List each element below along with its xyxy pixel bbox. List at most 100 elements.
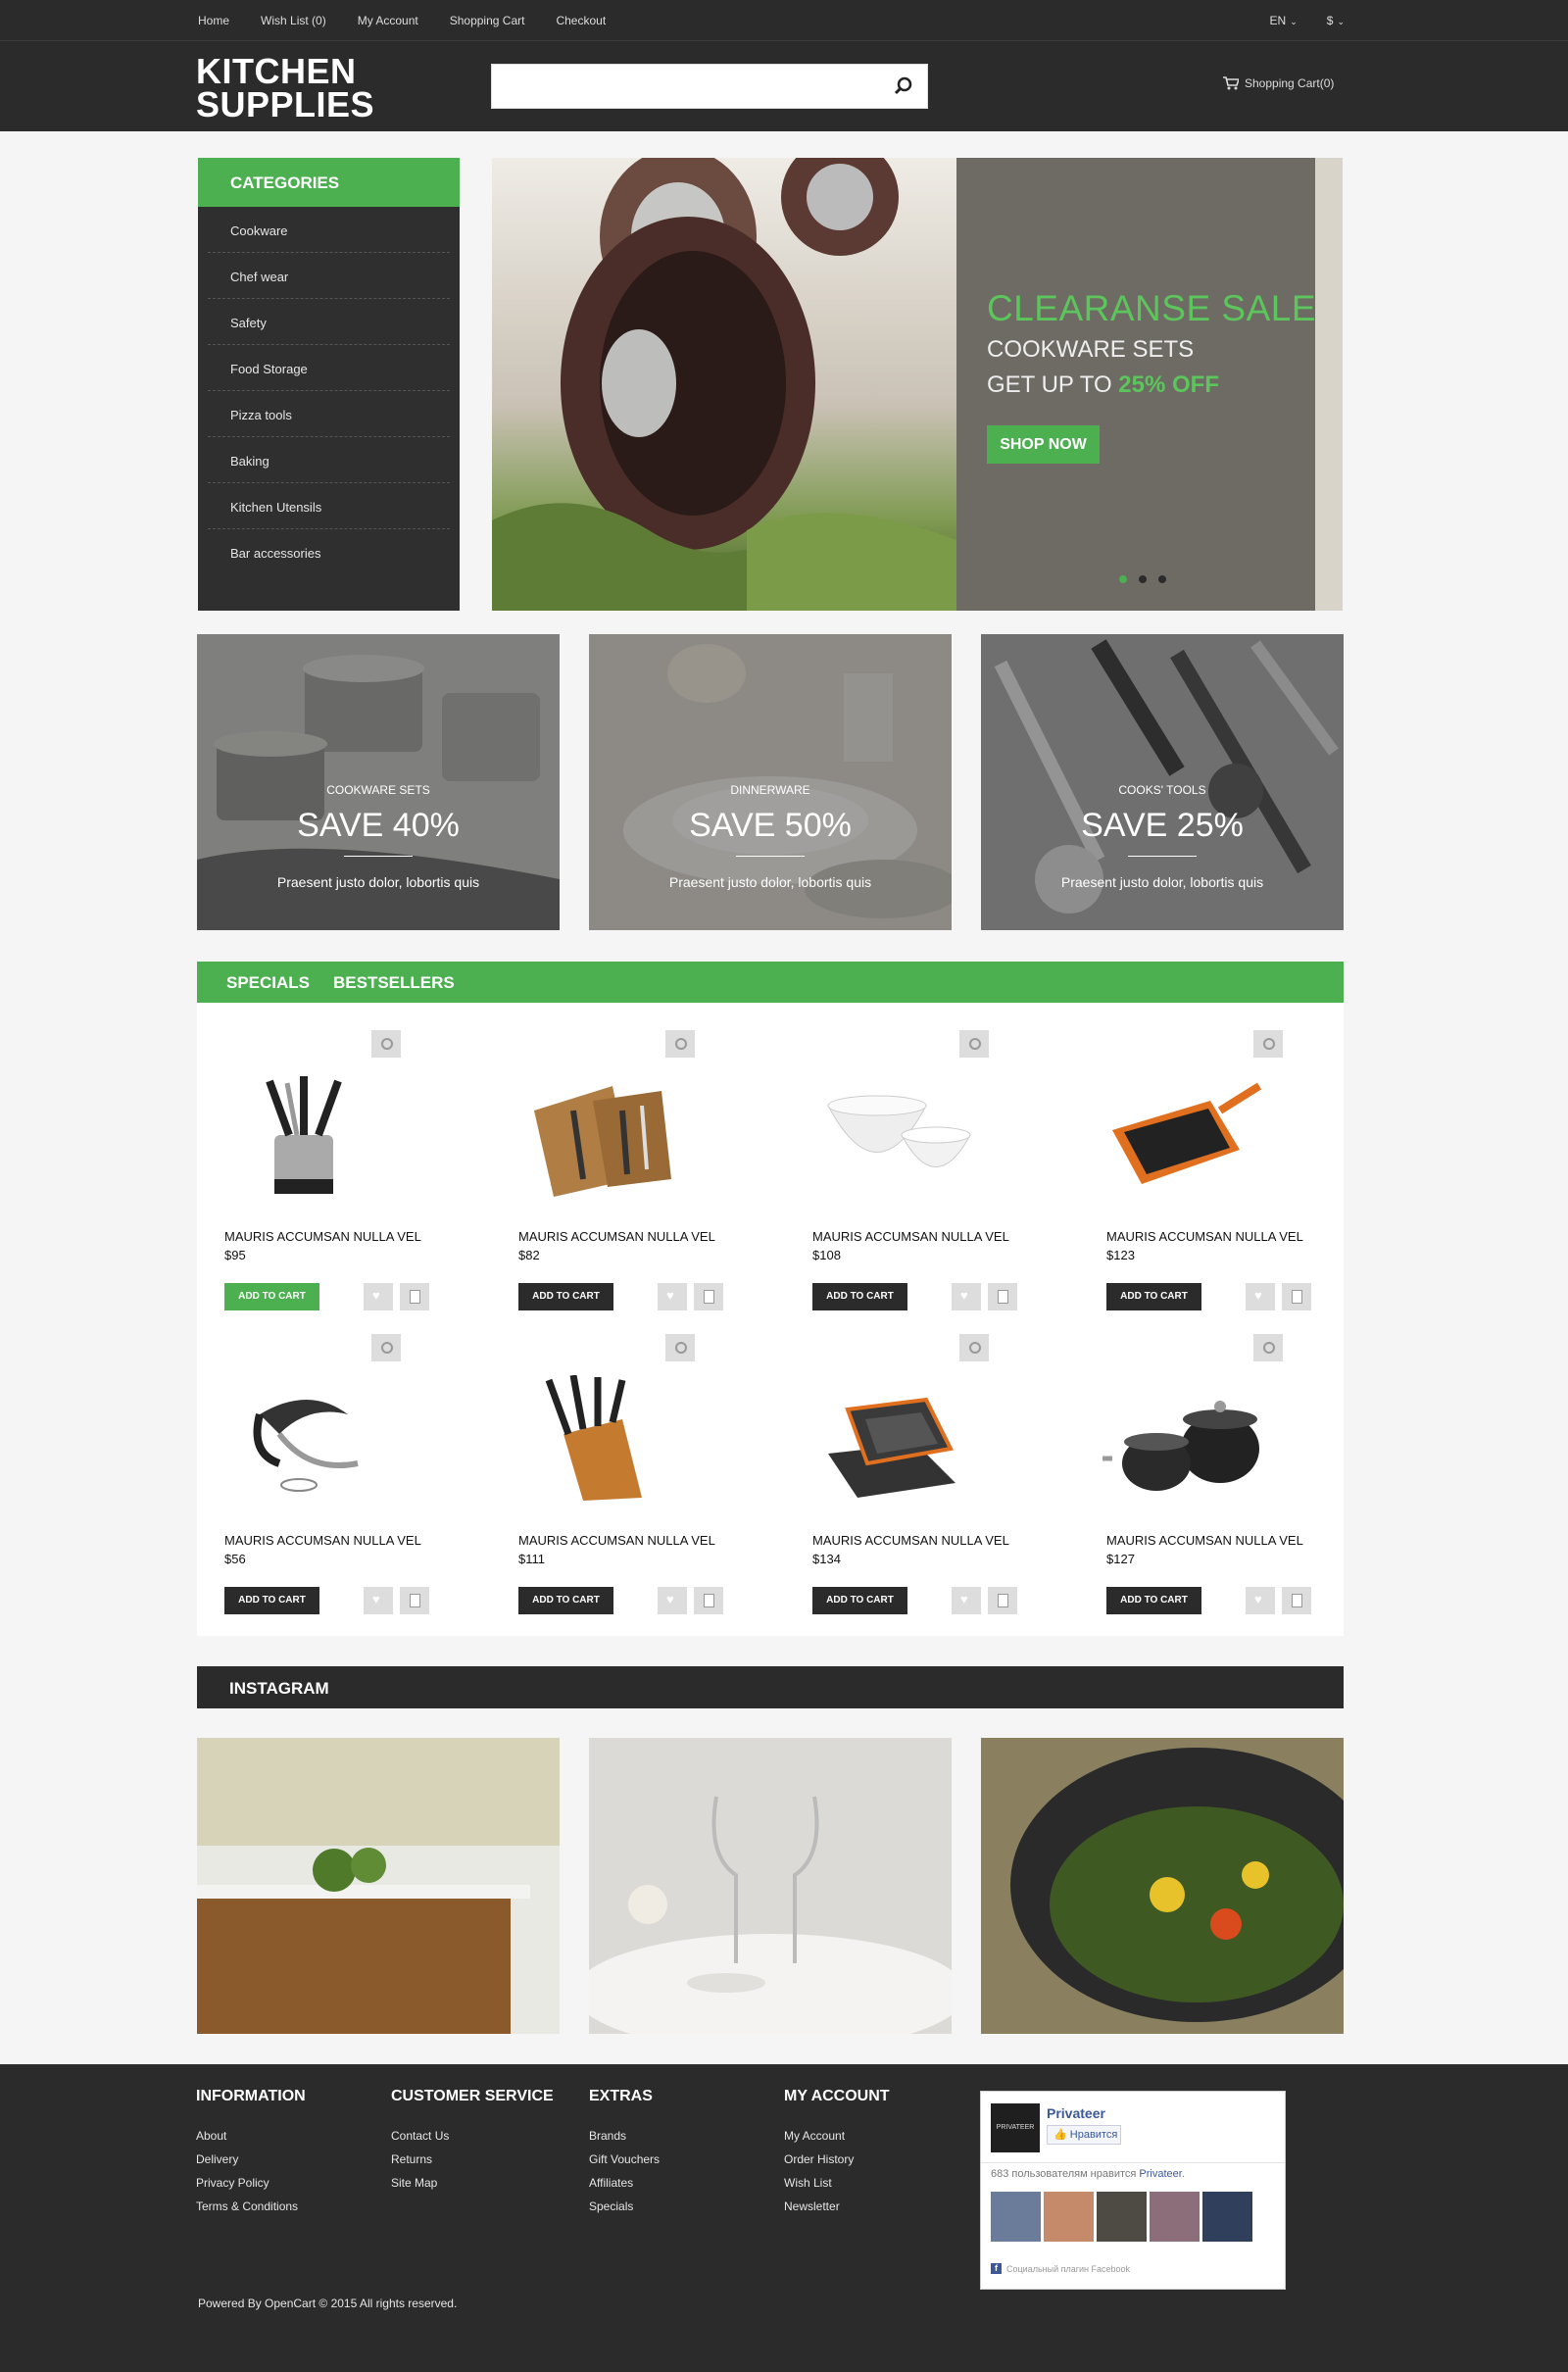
wishlist-icon[interactable] <box>952 1587 981 1614</box>
footer-link[interactable]: Specials <box>589 2199 660 2223</box>
product-name[interactable]: MAURIS ACCUMSAN NULLA VEL <box>812 1229 1009 1244</box>
nav-account-link[interactable]: My Account <box>358 14 418 27</box>
zoom-icon[interactable] <box>371 1030 401 1058</box>
nav-cart-link[interactable]: Shopping Cart <box>450 14 525 27</box>
slider-dot[interactable] <box>1139 575 1147 583</box>
instagram-photo[interactable] <box>981 1738 1344 2034</box>
facebook-page-name[interactable]: Privateer <box>1047 2105 1105 2121</box>
search-input[interactable] <box>492 65 864 106</box>
footer-link[interactable]: Brands <box>589 2129 660 2152</box>
add-to-cart-button[interactable]: ADD TO CART <box>224 1587 319 1614</box>
slider-dots <box>1119 575 1166 583</box>
category-item[interactable]: Kitchen Utensils <box>208 483 450 529</box>
cutlery-tray-icon[interactable] <box>514 1071 681 1199</box>
footer-link[interactable]: My Account <box>784 2129 890 2152</box>
slider-dot[interactable] <box>1119 575 1127 583</box>
facebook-likes-page-link[interactable]: Privateer <box>1139 2168 1181 2180</box>
category-item[interactable]: Pizza tools <box>208 391 450 437</box>
category-item[interactable]: Cookware <box>208 207 450 253</box>
mixing-bowls-icon[interactable] <box>808 1071 975 1199</box>
product-name[interactable]: MAURIS ACCUMSAN NULLA VEL <box>518 1533 715 1548</box>
add-to-cart-button[interactable]: ADD TO CART <box>518 1587 613 1614</box>
footer-link[interactable]: Newsletter <box>784 2199 890 2223</box>
category-item[interactable]: Chef wear <box>208 253 450 299</box>
language-dropdown[interactable]: EN ⌄ <box>1270 14 1298 27</box>
tab-specials[interactable]: SPECIALS <box>226 973 310 993</box>
category-item[interactable]: Baking <box>208 437 450 483</box>
bakeware-set-icon[interactable] <box>808 1375 975 1503</box>
footer-link[interactable]: Returns <box>391 2152 554 2176</box>
slider-dot[interactable] <box>1158 575 1166 583</box>
footer-link[interactable]: Gift Vouchers <box>589 2152 660 2176</box>
chevron-down-icon: ⌄ <box>1337 17 1345 26</box>
fan-avatar[interactable] <box>1202 2192 1252 2242</box>
logo[interactable]: KITCHEN SUPPLIES <box>196 54 374 123</box>
zoom-icon[interactable] <box>959 1030 989 1058</box>
corkscrew-icon[interactable] <box>220 1375 387 1503</box>
add-to-cart-button[interactable]: ADD TO CART <box>1106 1587 1201 1614</box>
footer-link[interactable]: Order History <box>784 2152 890 2176</box>
product-name[interactable]: MAURIS ACCUMSAN NULLA VEL <box>812 1533 1009 1548</box>
zoom-icon[interactable] <box>665 1030 695 1058</box>
nav-checkout-link[interactable]: Checkout <box>556 14 606 27</box>
footer-link[interactable]: Affiliates <box>589 2176 660 2199</box>
footer-link[interactable]: About <box>196 2129 306 2152</box>
footer-link[interactable]: Terms & Conditions <box>196 2199 306 2223</box>
facebook-plugin-text[interactable]: Социальный плагин Facebook <box>1006 2264 1130 2274</box>
compare-icon[interactable] <box>694 1587 723 1614</box>
tab-bestsellers[interactable]: BESTSELLERS <box>333 973 455 993</box>
nav-home-link[interactable]: Home <box>198 14 229 27</box>
facebook-like-button[interactable]: 👍 Нравится <box>1047 2125 1121 2145</box>
wishlist-icon[interactable] <box>364 1587 393 1614</box>
product-name[interactable]: MAURIS ACCUMSAN NULLA VEL <box>224 1229 421 1244</box>
category-item[interactable]: Food Storage <box>208 345 450 391</box>
grill-pan-icon[interactable] <box>1102 1071 1269 1199</box>
wishlist-icon[interactable] <box>1246 1587 1275 1614</box>
zoom-icon[interactable] <box>1253 1334 1283 1361</box>
facebook-page-logo[interactable]: PRIVATEER <box>991 2103 1040 2152</box>
fan-avatar[interactable] <box>991 2192 1041 2242</box>
zoom-icon[interactable] <box>959 1334 989 1361</box>
compare-icon[interactable] <box>1282 1587 1311 1614</box>
zoom-icon[interactable] <box>1253 1030 1283 1058</box>
footer-link[interactable]: Site Map <box>391 2176 554 2199</box>
utensil-holder-icon[interactable] <box>220 1071 387 1199</box>
pot-set-icon[interactable] <box>1102 1375 1269 1503</box>
fan-avatar[interactable] <box>1150 2192 1200 2242</box>
nav-wishlist-link[interactable]: Wish List (0) <box>261 14 326 27</box>
banner-description: Praesent justo dolor, lobortis quis <box>276 874 480 890</box>
compare-icon[interactable] <box>988 1587 1017 1614</box>
footer-link[interactable]: Contact Us <box>391 2129 554 2152</box>
instagram-photo[interactable] <box>589 1738 952 2034</box>
zoom-icon[interactable] <box>371 1334 401 1361</box>
header-cart-label: Shopping Cart(0) <box>1245 76 1335 90</box>
category-item[interactable]: Bar accessories <box>208 529 450 575</box>
footer-link[interactable]: Wish List <box>784 2176 890 2199</box>
currency-dropdown[interactable]: $ ⌄ <box>1327 14 1345 27</box>
fan-avatar[interactable] <box>1097 2192 1147 2242</box>
search-icon[interactable] <box>892 74 915 98</box>
category-item[interactable]: Safety <box>208 299 450 345</box>
product-name[interactable]: MAURIS ACCUMSAN NULLA VEL <box>1106 1229 1303 1244</box>
footer-link[interactable]: Privacy Policy <box>196 2176 306 2199</box>
footer-column-title: EXTRAS <box>589 2088 653 2104</box>
add-to-cart-button[interactable]: ADD TO CART <box>812 1587 907 1614</box>
promo-banner-cookware[interactable]: COOKWARE SETS SAVE 40% Praesent justo do… <box>197 634 560 930</box>
zoom-icon[interactable] <box>665 1334 695 1361</box>
promo-banner-dinnerware[interactable]: DINNERWARE SAVE 50% Praesent justo dolor… <box>589 634 952 930</box>
instagram-photo[interactable] <box>197 1738 560 2034</box>
product-name[interactable]: MAURIS ACCUMSAN NULLA VEL <box>1106 1533 1303 1548</box>
compare-icon[interactable] <box>400 1587 429 1614</box>
footer-link[interactable]: Delivery <box>196 2152 306 2176</box>
product-name[interactable]: MAURIS ACCUMSAN NULLA VEL <box>518 1229 715 1244</box>
wishlist-icon[interactable] <box>658 1587 687 1614</box>
product-name[interactable]: MAURIS ACCUMSAN NULLA VEL <box>224 1533 421 1548</box>
header-cart[interactable]: Shopping Cart(0) <box>1223 76 1334 90</box>
knife-block-icon[interactable] <box>514 1375 681 1503</box>
promo-banner-tools[interactable]: COOKS' TOOLS SAVE 25% Praesent justo dol… <box>981 634 1344 930</box>
fan-avatar[interactable] <box>1044 2192 1094 2242</box>
product-price: $123 <box>1106 1248 1135 1262</box>
hero-slider[interactable]: CLEARANSE SALE COOKWARE SETS GET UP TO 2… <box>492 158 1343 611</box>
facebook-fans <box>991 2192 1252 2242</box>
shop-now-button[interactable]: SHOP NOW <box>987 425 1100 464</box>
